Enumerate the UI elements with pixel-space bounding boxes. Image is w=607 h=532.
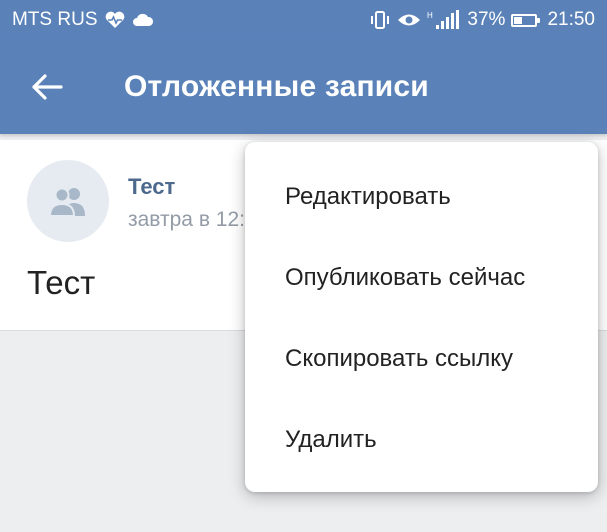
post-text: Тест xyxy=(27,264,96,301)
signal-icon: H xyxy=(427,10,461,30)
back-button[interactable] xyxy=(18,58,76,116)
context-menu: Редактировать Опубликовать сейчас Скопир… xyxy=(245,142,598,492)
heart-pulse-icon xyxy=(104,11,126,29)
menu-item-delete[interactable]: Удалить xyxy=(245,399,598,480)
battery-percent: 37% xyxy=(467,9,506,30)
cloud-icon xyxy=(132,13,154,27)
clock: 21:50 xyxy=(547,9,595,30)
eye-icon xyxy=(397,12,421,28)
post-author-name[interactable]: Тест xyxy=(128,174,175,200)
vibrate-icon xyxy=(369,10,391,30)
status-bar-left: MTS RUS xyxy=(12,9,154,31)
page-title: Отложенные записи xyxy=(124,70,429,103)
status-bar-right: H 37% 21:50 xyxy=(369,9,595,31)
battery-level-fill xyxy=(514,16,522,24)
app-toolbar: Отложенные записи xyxy=(0,40,607,134)
arrow-left-icon xyxy=(32,74,63,100)
group-icon xyxy=(48,187,85,217)
battery-icon xyxy=(511,13,541,27)
status-bar: MTS RUS H 37% 21:50 xyxy=(0,0,607,40)
carrier-name: MTS RUS xyxy=(12,9,98,30)
menu-item-publish-now[interactable]: Опубликовать сейчас xyxy=(245,237,598,318)
network-type-label: H xyxy=(427,11,433,20)
menu-item-copy-link[interactable]: Скопировать ссылку xyxy=(245,318,598,399)
menu-item-edit[interactable]: Редактировать xyxy=(245,156,598,237)
avatar[interactable] xyxy=(27,160,109,242)
